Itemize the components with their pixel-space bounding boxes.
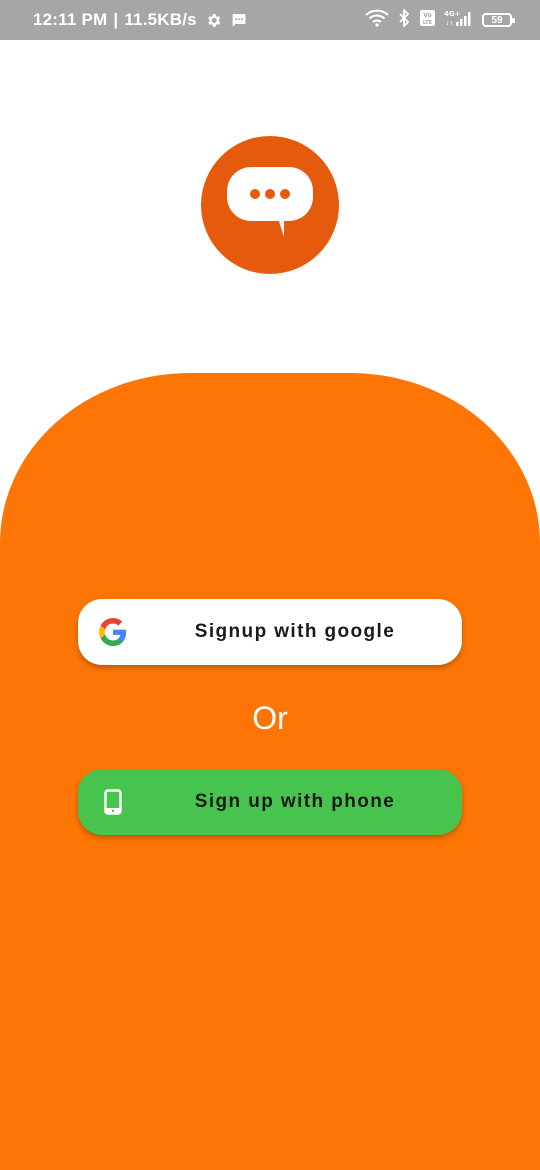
signup-google-label: Signup with google xyxy=(194,621,396,642)
settings-gear-icon xyxy=(205,12,222,29)
signup-google-button[interactable]: Signup with google xyxy=(78,599,462,665)
battery-level: 59 xyxy=(491,14,503,26)
smartphone-icon xyxy=(99,788,127,816)
battery-icon: 59 xyxy=(482,13,515,27)
status-separator: | xyxy=(113,10,119,29)
svg-text:↓↑: ↓↑ xyxy=(445,21,453,27)
bluetooth-icon xyxy=(397,7,411,32)
chat-bubble-icon xyxy=(227,166,313,244)
or-divider-text: Or xyxy=(252,700,288,736)
signup-phone-label: Sign up with phone xyxy=(194,791,396,812)
status-right: Vo LTE 4G+ ↓↑ 59 xyxy=(365,7,515,32)
signal-4g-icon: 4G+ ↓↑ xyxy=(444,9,474,32)
status-left: 12:11 PM | 11.5KB/s xyxy=(33,10,248,30)
wifi-icon xyxy=(365,9,389,32)
signup-phone-button[interactable]: Sign up with phone xyxy=(78,769,462,835)
app-logo xyxy=(201,136,339,274)
svg-text:LTE: LTE xyxy=(423,20,433,26)
svg-text:Vo: Vo xyxy=(423,12,431,19)
google-logo-icon xyxy=(99,618,127,646)
volte-icon: Vo LTE xyxy=(419,9,436,32)
status-bar: 12:11 PM | 11.5KB/s Vo LTE 4G+ ↓↑ 59 xyxy=(0,0,540,40)
status-time: 12:11 PM xyxy=(33,10,108,29)
message-icon xyxy=(230,12,248,29)
status-network-speed: 11.5KB/s xyxy=(124,10,197,29)
svg-text:4G+: 4G+ xyxy=(444,10,461,18)
signup-screen: 12:11 PM | 11.5KB/s Vo LTE 4G+ ↓↑ 59 Sig… xyxy=(0,0,540,1170)
